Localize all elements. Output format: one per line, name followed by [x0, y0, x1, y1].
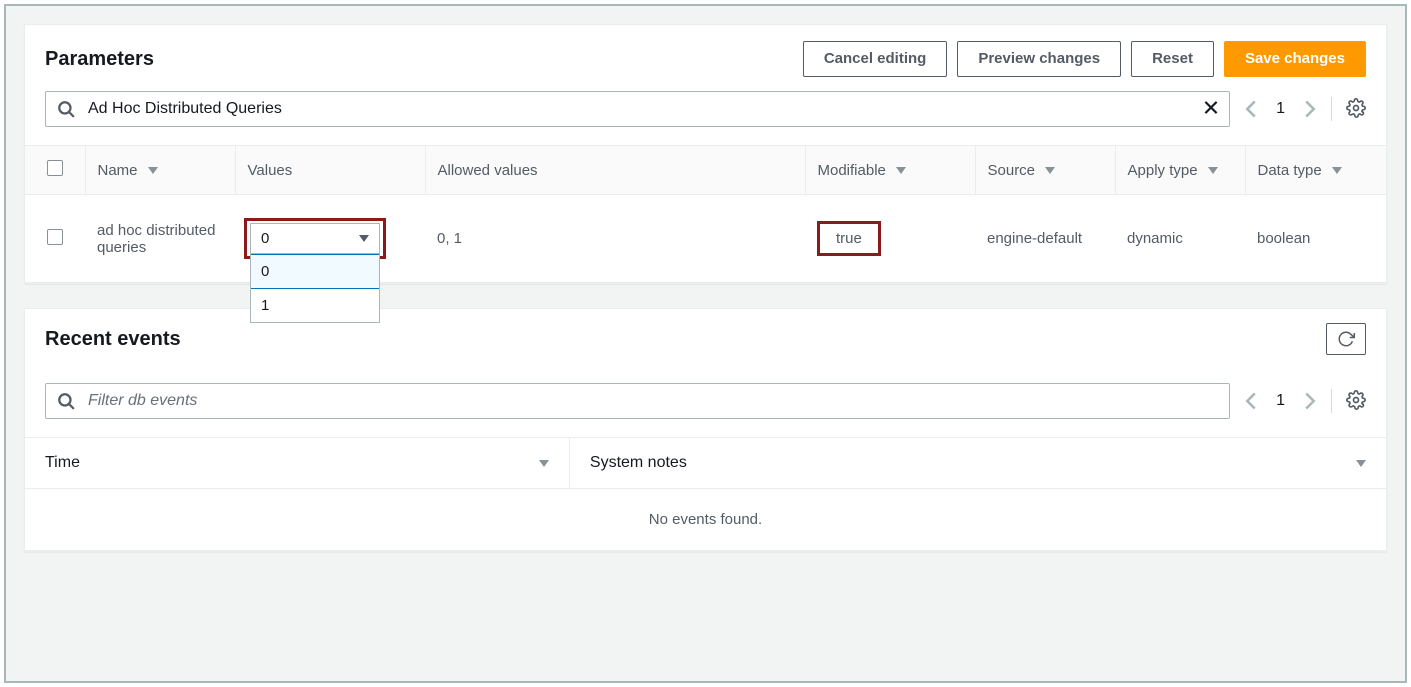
select-all-checkbox[interactable] [47, 160, 63, 176]
reset-button[interactable]: Reset [1131, 41, 1214, 77]
col-source[interactable]: Source [988, 162, 1036, 179]
sort-icon [148, 167, 158, 174]
row-apply-type: dynamic [1127, 230, 1183, 247]
sort-icon [539, 460, 549, 467]
clear-icon[interactable] [1202, 99, 1220, 120]
col-allowed: Allowed values [438, 162, 538, 179]
events-table: Time System notes No events found. [25, 437, 1386, 551]
next-page-icon[interactable] [1303, 99, 1317, 119]
save-changes-button[interactable]: Save changes [1224, 41, 1366, 77]
recent-events-title: Recent events [45, 328, 1316, 351]
parameters-search [45, 91, 1230, 127]
events-empty-text: No events found. [649, 511, 762, 528]
col-name[interactable]: Name [98, 162, 138, 179]
row-name: ad hoc distributed queries [97, 222, 215, 256]
col-time[interactable]: Time [45, 454, 80, 472]
row-source: engine-default [987, 230, 1082, 247]
events-filter [45, 383, 1230, 419]
refresh-button[interactable] [1326, 323, 1366, 355]
values-dropdown[interactable]: 0 0 1 [250, 223, 380, 254]
sort-icon [1045, 167, 1055, 174]
values-option-0[interactable]: 0 [251, 254, 379, 289]
sort-icon [1332, 167, 1342, 174]
settings-icon[interactable] [1346, 98, 1366, 121]
divider [1331, 97, 1332, 121]
col-values: Values [248, 162, 293, 179]
page-number: 1 [1272, 392, 1289, 410]
parameters-pager: 1 [1244, 99, 1317, 119]
row-allowed: 0, 1 [437, 230, 462, 247]
values-dropdown-selected: 0 [261, 230, 269, 247]
row-checkbox[interactable] [47, 229, 63, 245]
col-data-type[interactable]: Data type [1258, 162, 1322, 179]
row-modifiable: true [817, 221, 881, 256]
parameters-panel: Parameters Cancel editing Preview change… [24, 24, 1387, 284]
prev-page-icon[interactable] [1244, 391, 1258, 411]
page-number: 1 [1272, 100, 1289, 118]
sort-icon [896, 167, 906, 174]
values-highlight: 0 0 1 [247, 221, 383, 256]
sort-icon [1356, 460, 1366, 467]
parameters-table: Name Values Allowed values Modifiable So… [25, 145, 1386, 283]
parameters-search-input[interactable] [45, 91, 1230, 127]
col-apply-type[interactable]: Apply type [1128, 162, 1198, 179]
events-empty-row: No events found. [25, 489, 1386, 551]
values-option-1[interactable]: 1 [251, 289, 379, 322]
events-filter-input[interactable] [45, 383, 1230, 419]
events-pager: 1 [1244, 391, 1317, 411]
chevron-down-icon [359, 235, 369, 242]
prev-page-icon[interactable] [1244, 99, 1258, 119]
table-row: ad hoc distributed queries 0 0 1 [25, 195, 1386, 283]
next-page-icon[interactable] [1303, 391, 1317, 411]
values-dropdown-list: 0 1 [250, 254, 380, 323]
cancel-editing-button[interactable]: Cancel editing [803, 41, 948, 77]
col-system-notes[interactable]: System notes [590, 454, 687, 472]
recent-events-panel: Recent events 1 [24, 308, 1387, 552]
row-data-type: boolean [1257, 230, 1310, 247]
values-dropdown-button[interactable]: 0 [250, 223, 380, 254]
sort-icon [1208, 167, 1218, 174]
settings-icon[interactable] [1346, 390, 1366, 413]
preview-changes-button[interactable]: Preview changes [957, 41, 1121, 77]
divider [1331, 389, 1332, 413]
parameters-title: Parameters [45, 48, 793, 71]
col-modifiable[interactable]: Modifiable [818, 162, 886, 179]
